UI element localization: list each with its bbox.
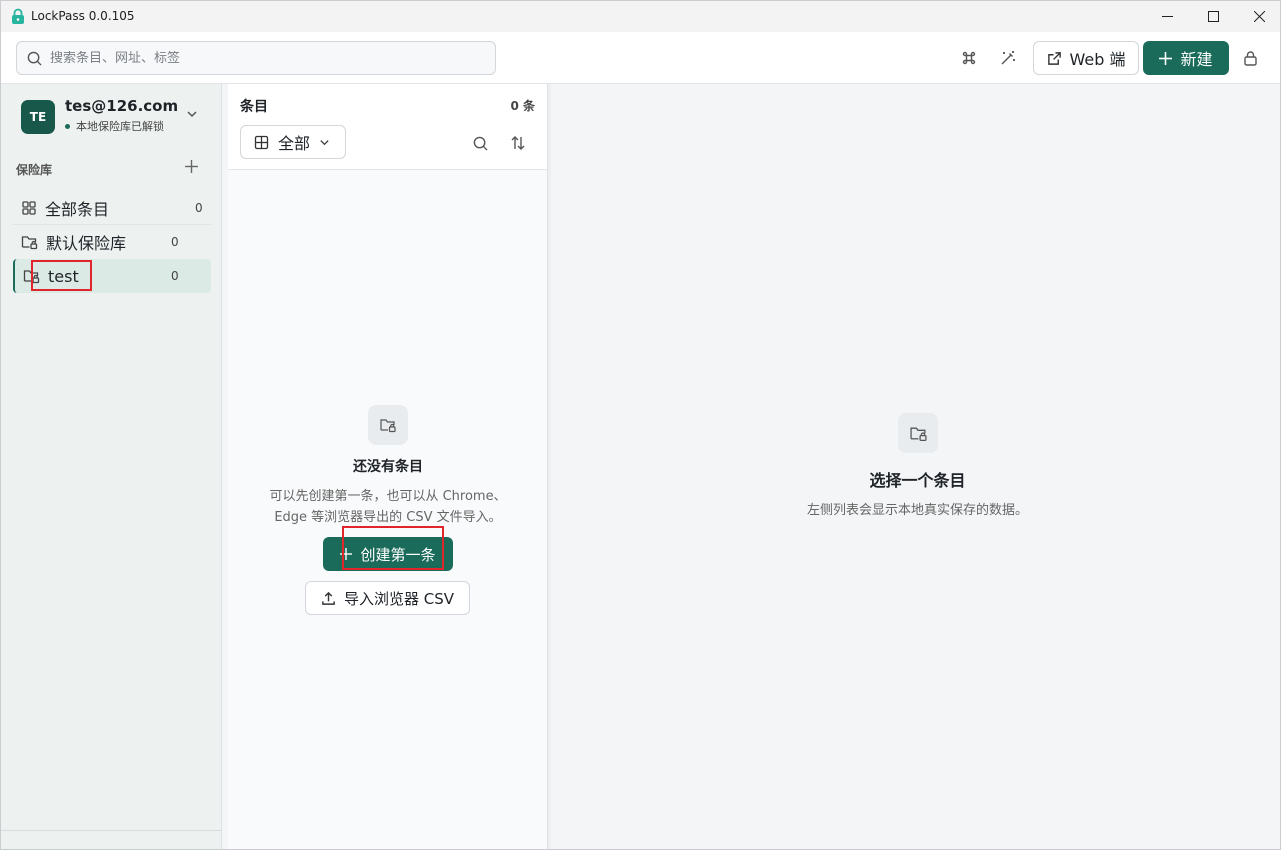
sidebar-item-label: test — [48, 266, 79, 286]
sidebar-item-default-vault[interactable]: 默认保险库 0 — [13, 225, 211, 259]
sidebar-item-label: 默认保险库 — [46, 234, 127, 253]
sidebar-item-label: 全部条目 — [45, 200, 110, 219]
sidebar-item-count: 0 — [171, 269, 179, 283]
empty-state-description: 可以先创建第一条，也可以从 Chrome、 Edge 等浏览器导出的 CSV 文… — [228, 486, 548, 528]
maximize-icon — [1207, 11, 1219, 22]
list-header: 条目 0 条 全部 — [228, 84, 547, 170]
sidebar-item-all[interactable]: 全部条目 0 — [13, 191, 211, 225]
title-bar: LockPass 0.0.105 — [1, 1, 1280, 32]
filter-label: 全部 — [278, 134, 311, 153]
sort-icon — [511, 136, 525, 150]
table-grid-icon — [254, 135, 269, 149]
avatar[interactable]: TE — [21, 100, 55, 134]
locked-folder-icon — [909, 427, 927, 441]
detail-empty-title: 选择一个条目 — [869, 471, 966, 490]
search-box[interactable] — [16, 41, 496, 75]
plus-icon — [1159, 51, 1173, 65]
minimize-icon — [1161, 16, 1173, 17]
password-generator-button[interactable] — [996, 46, 1020, 70]
empty-state-title: 还没有条目 — [353, 459, 423, 475]
empty-state-icon-box — [368, 405, 408, 445]
list-title: 条目 — [240, 99, 268, 115]
plus-icon — [185, 160, 198, 173]
account-status-text: 本地保险库已解锁 — [76, 120, 164, 133]
sidebar: TE tes@126.com 本地保险库已解锁 保险库 全部条目 0 默认保险库… — [1, 84, 222, 849]
locked-folder-icon — [23, 270, 40, 284]
minimize-button[interactable] — [1144, 1, 1190, 32]
filter-dropdown[interactable]: 全部 — [240, 125, 346, 159]
command-icon — [962, 51, 976, 65]
status-dot — [65, 123, 70, 129]
locked-folder-icon — [380, 419, 396, 433]
item-list-pane: 条目 0 条 全部 还没有条目 可以先创建第一条，也可以从 Chrome、 Ed… — [228, 84, 548, 849]
sort-button[interactable] — [509, 134, 527, 152]
list-count: 0 条 — [510, 99, 535, 113]
empty-state-icon-box — [898, 413, 938, 453]
new-item-button[interactable]: 新建 — [1143, 41, 1229, 75]
close-icon — [1253, 11, 1265, 22]
detail-pane: 选择一个条目 左侧列表会显示本地真实保存的数据。 — [551, 84, 1280, 849]
lock-vault-button[interactable] — [1238, 46, 1262, 70]
lock-icon — [1243, 51, 1257, 66]
search-input[interactable] — [50, 50, 470, 66]
create-first-item-label: 创建第一条 — [360, 545, 436, 564]
sidebar-item-test[interactable]: test 0 — [13, 259, 211, 293]
command-palette-button[interactable] — [957, 46, 981, 70]
new-item-label: 新建 — [1180, 50, 1213, 69]
app-window: LockPass 0.0.105 Web 端 新建 — [0, 0, 1281, 850]
plus-icon — [340, 548, 353, 560]
window-title: LockPass 0.0.105 — [31, 9, 135, 23]
add-vault-button[interactable] — [185, 160, 198, 177]
import-csv-button[interactable]: 导入浏览器 CSV — [305, 581, 470, 615]
search-icon — [27, 51, 42, 66]
external-link-icon — [1047, 51, 1061, 65]
upload-icon — [322, 591, 335, 605]
search-icon — [473, 136, 488, 151]
sidebar-item-count: 0 — [171, 235, 179, 249]
grid-icon — [22, 201, 36, 215]
import-csv-label: 导入浏览器 CSV — [343, 589, 455, 608]
lock-app-icon — [12, 8, 24, 24]
account-menu-button[interactable] — [186, 108, 198, 124]
detail-empty-description: 左侧列表会显示本地真实保存的数据。 — [806, 503, 1028, 518]
empty-desc-line: 可以先创建第一条，也可以从 Chrome、 — [269, 489, 507, 504]
close-button[interactable] — [1236, 1, 1280, 32]
magic-wand-icon — [1001, 51, 1015, 65]
create-first-item-button[interactable]: 创建第一条 — [323, 537, 453, 571]
account-status: 本地保险库已解锁 — [65, 118, 164, 134]
locked-folder-icon — [21, 236, 38, 250]
divider — [1, 830, 222, 831]
sidebar-item-count: 0 — [195, 201, 203, 215]
web-client-button[interactable]: Web 端 — [1033, 41, 1139, 75]
chevron-down-icon — [320, 139, 329, 145]
chevron-down-icon — [187, 111, 197, 118]
web-client-label: Web 端 — [1069, 50, 1126, 69]
list-search-button[interactable] — [471, 134, 489, 152]
account-email: tes@126.com — [65, 97, 179, 115]
maximize-button[interactable] — [1190, 1, 1236, 32]
empty-desc-line: Edge 等浏览器导出的 CSV 文件导入。 — [274, 510, 502, 525]
vault-section-title: 保险库 — [16, 163, 53, 177]
top-toolbar: Web 端 新建 — [1, 32, 1280, 84]
